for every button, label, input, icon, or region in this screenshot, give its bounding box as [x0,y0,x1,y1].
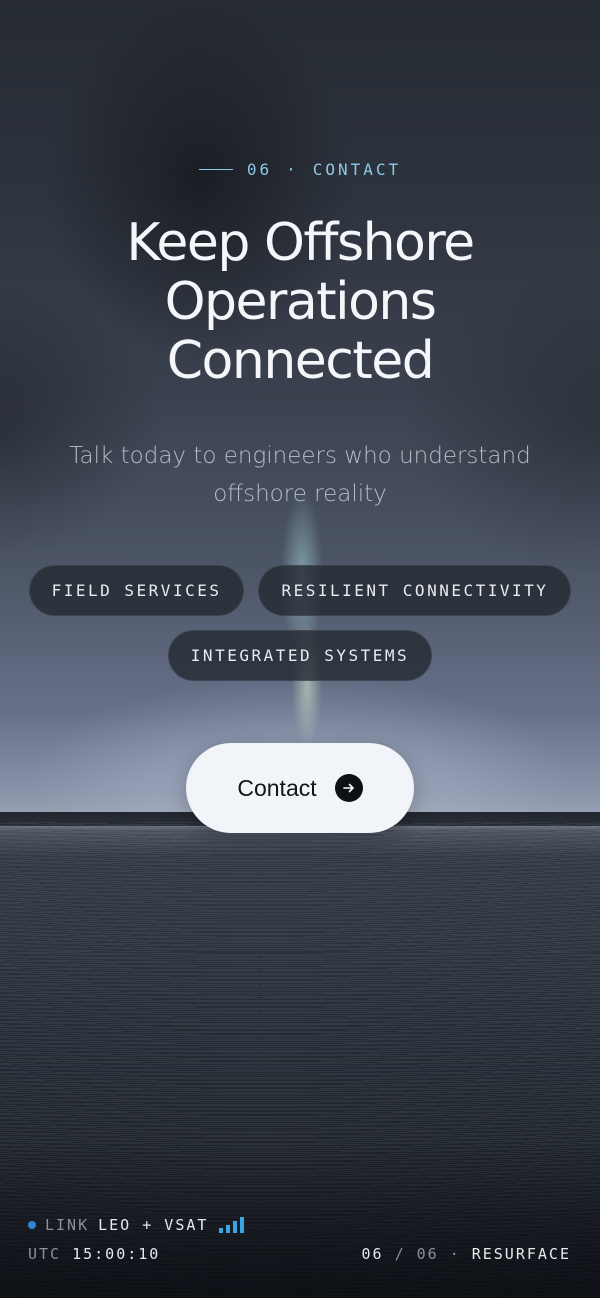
page-title: Keep Offshore Operations Connected [0,214,600,391]
title-line-3: Connected [166,331,435,391]
section-label: CONTACT [312,160,402,179]
status-bar: LINK LEO + VSAT UTC 15:00:10 06 / 06 · R… [0,1208,600,1298]
page-total: 06 [416,1245,439,1263]
utc-label: UTC [28,1245,62,1263]
page-separator: / [394,1245,406,1263]
title-line-2: Operations [164,272,437,332]
section-separator: · [286,160,299,179]
page-indicator: 06 / 06 · RESURFACE [362,1245,571,1263]
tag-resilient-connectivity: RESILIENT CONNECTIVITY [258,565,572,616]
arrow-right-icon [334,774,363,802]
contact-button-label: Contact [237,774,317,801]
resurface-link[interactable]: RESURFACE [472,1245,571,1263]
link-value: LEO + VSAT [98,1216,209,1234]
signal-strength-icon [219,1217,245,1233]
contact-button[interactable]: Contact [186,743,414,833]
subtitle-line-2: offshore reality [213,481,387,507]
tag-integrated-systems: INTEGRATED SYSTEMS [167,630,433,681]
link-status: LINK LEO + VSAT [28,1216,245,1234]
page-current: 06 [361,1245,384,1263]
subtitle: Talk today to engineers who understand o… [50,437,550,513]
utc-time: 15:00:10 [72,1245,161,1263]
eyebrow-rule [198,169,233,170]
title-line-1: Keep Offshore [126,213,475,273]
section-number: 06 [246,160,273,179]
link-label: LINK [45,1216,90,1234]
tag-field-services: FIELD SERVICES [28,565,245,616]
link-indicator-dot [28,1221,36,1229]
utc-clock: UTC 15:00:10 [28,1245,160,1263]
subtitle-line-1: Talk today to engineers who understand [69,443,531,469]
section-eyebrow: 06 · CONTACT [0,160,600,179]
page-dot: · [449,1245,461,1263]
service-tags: FIELD SERVICES RESILIENT CONNECTIVITY IN… [20,565,580,681]
